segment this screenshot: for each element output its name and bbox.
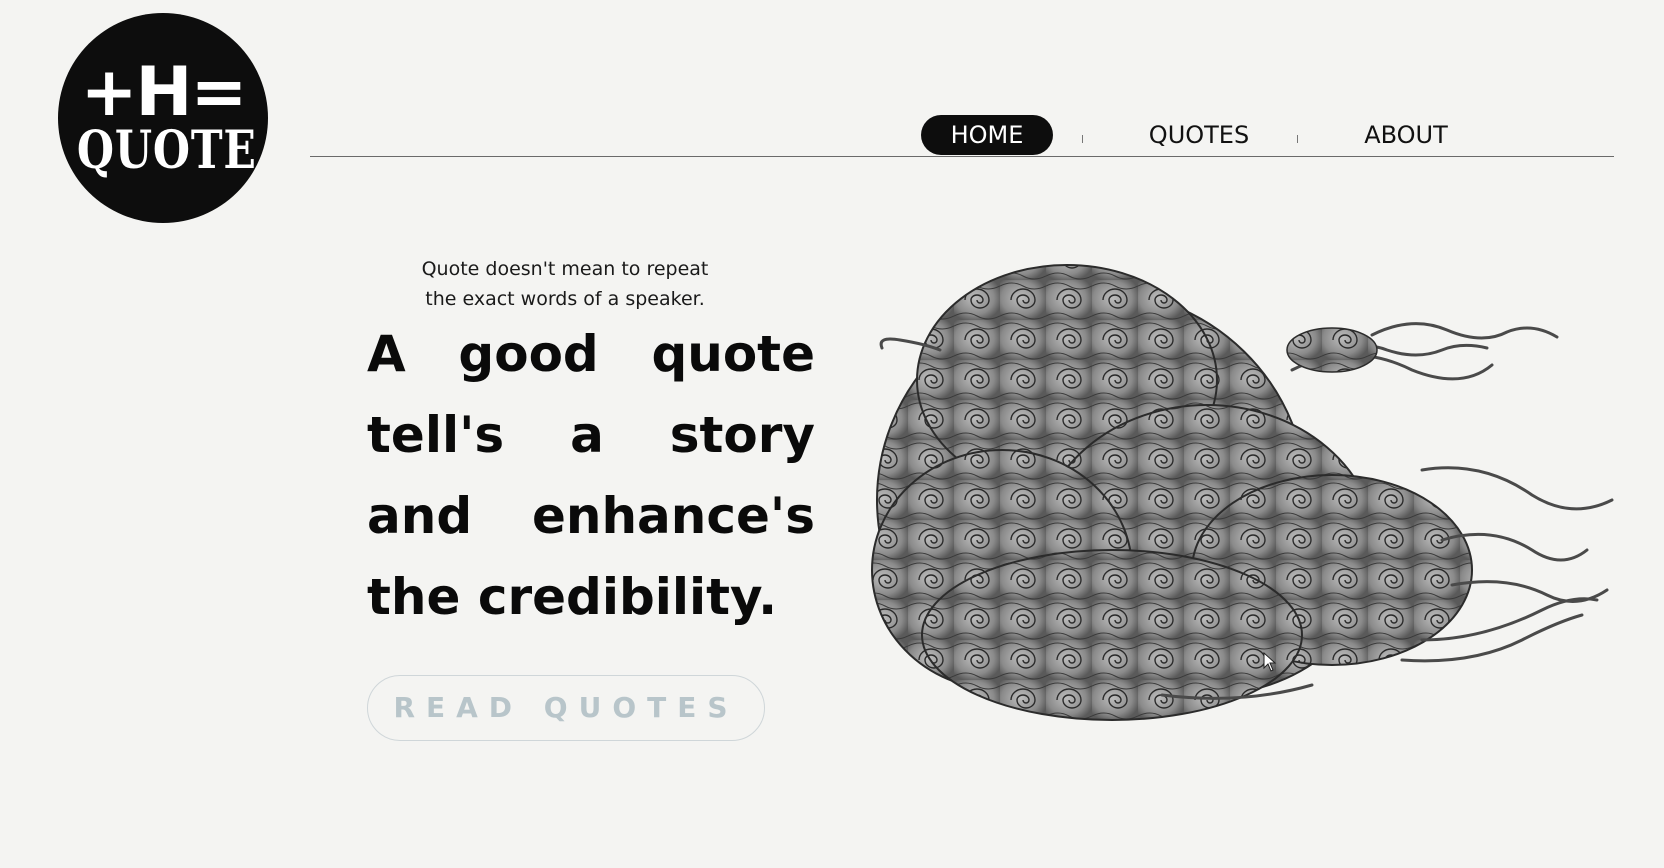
read-quotes-button[interactable]: READ QUOTES: [367, 675, 765, 741]
headline-line-3: and enhance's: [367, 476, 815, 557]
logo-symbol-text: +H=: [80, 53, 248, 132]
logo-wordmark: QUOTE: [76, 120, 257, 181]
mouse-cursor-icon: [1263, 652, 1277, 672]
headline-word: story: [669, 406, 815, 464]
headline-line-2: tell's a story: [367, 395, 815, 476]
hero-headline: A good quote tell's a story and enhance'…: [367, 314, 815, 638]
nav-divider-line: [310, 156, 1614, 157]
headline-word: quote: [651, 325, 815, 383]
nav-separator: [1082, 135, 1083, 143]
headline-word: good: [458, 325, 599, 383]
headline-line-4: the credibility.: [367, 557, 815, 638]
headline-word: a: [570, 406, 604, 464]
cloud-small-swirl: [1286, 327, 1378, 373]
hero-tagline: Quote doesn't mean to repeat the exact w…: [365, 254, 765, 314]
headline-word: tell's: [367, 406, 505, 464]
nav-item-quotes[interactable]: QUOTES: [1126, 115, 1272, 155]
tagline-line-1: Quote doesn't mean to repeat: [421, 258, 709, 280]
nav-separator: [1297, 135, 1298, 143]
tagline-line-2: the exact words of a speaker.: [425, 288, 705, 310]
site-logo[interactable]: +H= QUOTE: [58, 13, 268, 223]
swirl-cloud-illustration: [871, 264, 1614, 721]
cloud-body: [871, 264, 1473, 721]
nav-item-home[interactable]: HOME: [921, 115, 1053, 155]
nav-item-about[interactable]: ABOUT: [1340, 115, 1472, 155]
headline-word: and: [367, 487, 473, 545]
headline-word: the credibility.: [367, 568, 778, 626]
headline-word: enhance's: [531, 487, 815, 545]
headline-line-1: A good quote: [367, 314, 815, 395]
headline-word: A: [367, 325, 406, 383]
